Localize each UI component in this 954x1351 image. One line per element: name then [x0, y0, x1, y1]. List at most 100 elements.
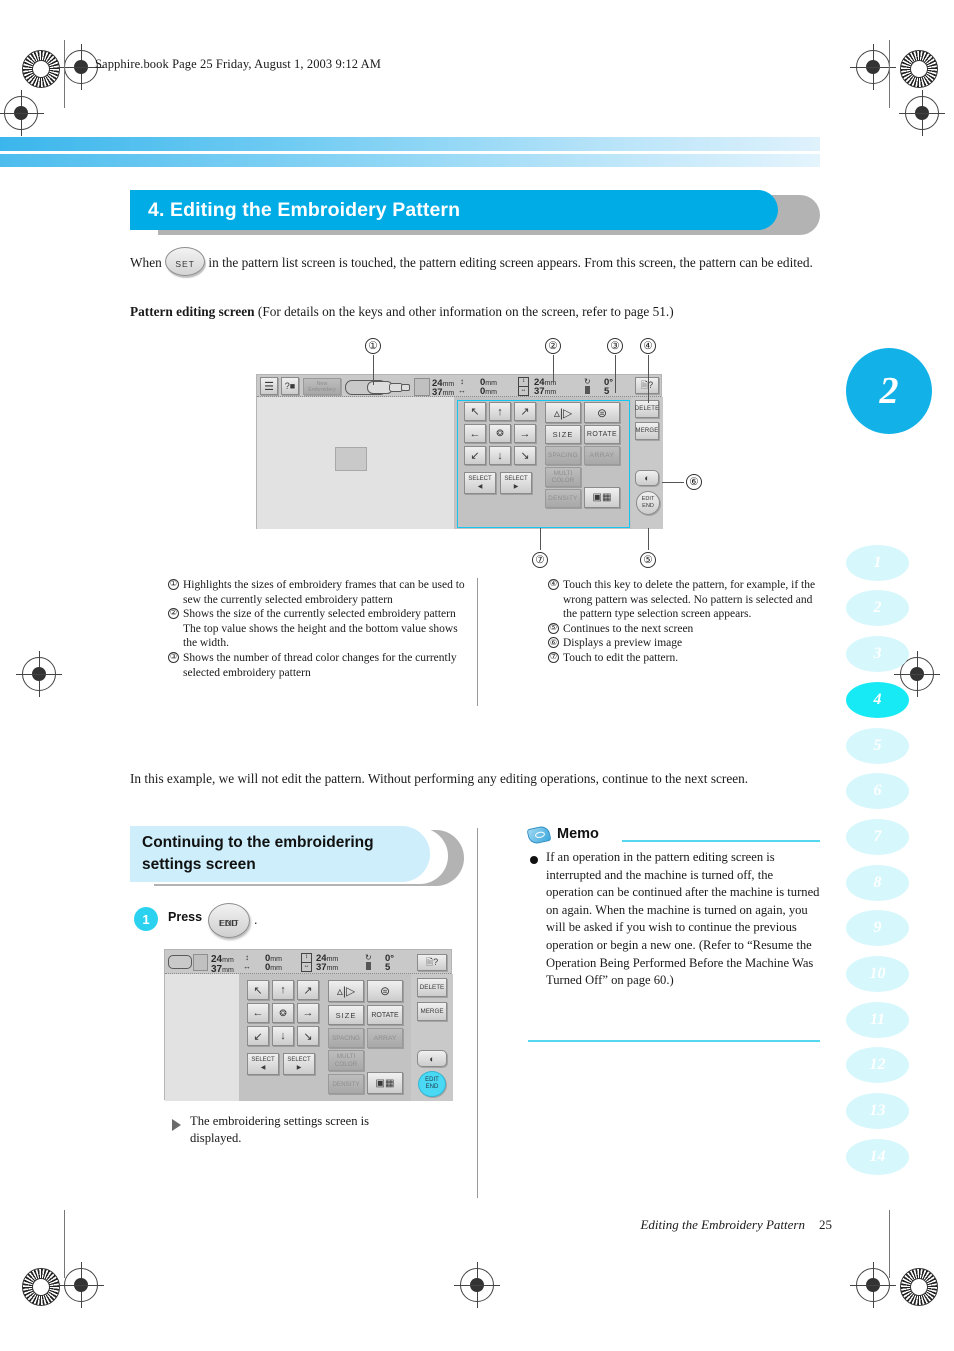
lcd2-horizontal-mirror-key[interactable]: ▵|▷: [328, 980, 364, 1002]
lcd2-vertical-mirror-key[interactable]: ⊜: [367, 980, 403, 1002]
lcd2-move-up-right-key[interactable]: ↗: [297, 980, 319, 1000]
chapter-tab-5[interactable]: 5: [846, 728, 909, 764]
chapter-tab-1-label: 1: [873, 554, 882, 571]
chapter-tab-14[interactable]: 14: [846, 1139, 909, 1175]
chapter-tab-12-label: 12: [869, 1056, 886, 1073]
lcd2-move-up-key[interactable]: ↑: [272, 980, 294, 1000]
memo-body: If an operation in the pattern editing s…: [546, 850, 820, 988]
chapter-tab-9[interactable]: 9: [846, 910, 909, 946]
crop-line-left: [64, 40, 65, 108]
chapter-tab-8[interactable]: 8: [846, 865, 909, 901]
callout-box-edit-area: [457, 400, 630, 528]
lcd-settings-key[interactable]: ☰: [260, 377, 278, 395]
chapter-tab-3[interactable]: 3: [846, 636, 909, 672]
lcd-merge-key[interactable]: MERGE: [635, 422, 659, 440]
lcd2-move-left-key[interactable]: ←: [247, 1003, 269, 1023]
chapter-tab-10[interactable]: 10: [846, 956, 909, 992]
chapter-tab-12[interactable]: 12: [846, 1047, 909, 1083]
chapter-tab-4[interactable]: 4: [846, 682, 909, 718]
lcd2-select-prev-label: SELECT: [251, 1057, 275, 1063]
top-decor-bar-2: [0, 154, 820, 167]
lcd2-multi-color-key[interactable]: MULTI COLOR: [328, 1050, 364, 1071]
lcd2-rotate-key[interactable]: ROTATE: [367, 1005, 403, 1025]
caption-marker-6: ⑥: [548, 637, 559, 649]
caption-text-5: Continues to the next screen: [563, 622, 694, 635]
lcd2-memory-help-key[interactable]: 🗎?: [417, 954, 447, 971]
lcd2-edit-end-label-1: EDIT: [425, 1077, 439, 1083]
lcd2-rotate-key-label: ROTATE: [371, 1011, 399, 1019]
lcd2-pattern-size-icon: [193, 954, 208, 971]
frame-size-width: 37mm: [432, 387, 454, 398]
caption-text-1: Highlights the sizes of embroidery frame…: [183, 579, 465, 606]
lcd2-move-right-key[interactable]: →: [297, 1003, 319, 1023]
lcd2-move-down-left-key[interactable]: ↙: [247, 1026, 269, 1046]
lcd2-frame-width: 37mm: [211, 964, 234, 975]
lcd2-pw-num: 37: [316, 962, 327, 973]
chapter-tab-11[interactable]: 11: [846, 1002, 909, 1038]
lcd-delete-key[interactable]: DELETE: [635, 400, 659, 418]
lcd2-select-next-key[interactable]: SELECT ▶: [283, 1053, 315, 1075]
lcd2-frame-width-value: 37: [211, 964, 223, 975]
lcd2-array-key[interactable]: ARRAY: [367, 1028, 403, 1048]
chapter-tab-8-label: 8: [873, 874, 882, 891]
new-embroidery-label-2: Embroidery: [308, 386, 336, 393]
registration-star-top-right: [900, 50, 938, 88]
lcd-memory-help-key[interactable]: 🗎?: [635, 377, 659, 394]
chapter-tab-7[interactable]: 7: [846, 819, 909, 855]
delete-key-label: DELETE: [634, 406, 660, 412]
lcd-new-embroidery-key[interactable]: New Embroidery: [303, 378, 341, 395]
caption-item-1: ① Highlights the sizes of embroidery fra…: [168, 578, 468, 607]
chapter-tab-10-label: 10: [869, 965, 886, 982]
chapter-tab-2-label: 2: [873, 599, 882, 616]
lcd2-spacing-key[interactable]: SPACING: [328, 1028, 364, 1048]
lcd2-select-prev-key[interactable]: SELECT ◀: [247, 1053, 279, 1075]
lcd2-density-key[interactable]: DENSITY: [328, 1074, 364, 1094]
lcd2-thread-palette-key[interactable]: ▣▦: [367, 1072, 403, 1094]
lcd2-move-down-right-key[interactable]: ↘: [297, 1026, 319, 1046]
caption-list-left: ① Highlights the sizes of embroidery fra…: [168, 578, 468, 680]
lcd2-cc-num: 5: [385, 962, 391, 973]
screen-note: (For details on the keys and other infor…: [257, 304, 674, 319]
pattern-width-value: 37mm: [534, 386, 556, 397]
lcd2-merge-key[interactable]: MERGE: [417, 1002, 447, 1021]
registration-mark-top-left: [58, 44, 104, 90]
chapter-tab-6[interactable]: 6: [846, 773, 909, 809]
lcd-edit-end-key[interactable]: EDIT END: [636, 491, 660, 515]
chapter-tab-1[interactable]: 1: [846, 545, 909, 581]
lcd2-preview-key[interactable]: ◐: [417, 1050, 447, 1067]
caption-marker-1: ①: [168, 579, 179, 590]
chapter-tab-2[interactable]: 2: [846, 590, 909, 626]
memo-icon: [526, 824, 552, 846]
middle-paragraph: In this example, we will not edit the pa…: [130, 771, 749, 786]
callout-1-marker: ①: [365, 338, 381, 354]
lcd2-size-key[interactable]: SIZE: [328, 1005, 364, 1025]
lcd2-move-down-key[interactable]: ↓: [272, 1026, 294, 1046]
frame-size-width-value: 37: [432, 387, 443, 398]
rot-unit: °: [609, 377, 614, 388]
caption-marker-7: ⑦: [548, 651, 559, 663]
lcd-guide-key[interactable]: ?■: [281, 377, 299, 395]
chapter-tab-13[interactable]: 13: [846, 1093, 909, 1129]
lcd-preview-key[interactable]: ◐: [635, 470, 659, 486]
caption-list-right: ④ Touch this key to delete the pattern, …: [548, 578, 826, 666]
callout-3-marker: ③: [607, 338, 623, 354]
lcd2-edit-end-key[interactable]: EDIT END: [418, 1071, 446, 1097]
edit-end-key-icon: EDIT END: [208, 903, 250, 938]
lcd2-move-center-key[interactable]: ❂: [272, 1003, 294, 1023]
subsection-title-line2: settings screen: [142, 856, 256, 873]
lcd2-select-prev-arrow: ◀: [260, 1065, 266, 1071]
lcd2-thread-spool-icon: [366, 962, 371, 970]
vertical-offset-icon: ↕: [460, 377, 464, 386]
lcd2-size-key-label: SIZE: [335, 1010, 357, 1020]
caption-marker-2: ②: [168, 608, 179, 620]
callout-5-leader: [648, 528, 649, 550]
lcd2-delete-key[interactable]: DELETE: [417, 978, 447, 997]
caption-item-4: ④ Touch this key to delete the pattern, …: [548, 578, 826, 622]
callout-4-marker: ④: [640, 338, 656, 354]
lcd2-move-up-left-key[interactable]: ↖: [247, 980, 269, 1000]
crop-line-left-lower: [64, 1210, 65, 1278]
footer-title: Editing the Embroidery Pattern: [640, 1217, 805, 1232]
caption-text-4: Touch this key to delete the pattern, fo…: [563, 579, 816, 621]
chapter-tab-6-label: 6: [873, 782, 882, 799]
chapter-tab-7-label: 7: [873, 828, 882, 845]
